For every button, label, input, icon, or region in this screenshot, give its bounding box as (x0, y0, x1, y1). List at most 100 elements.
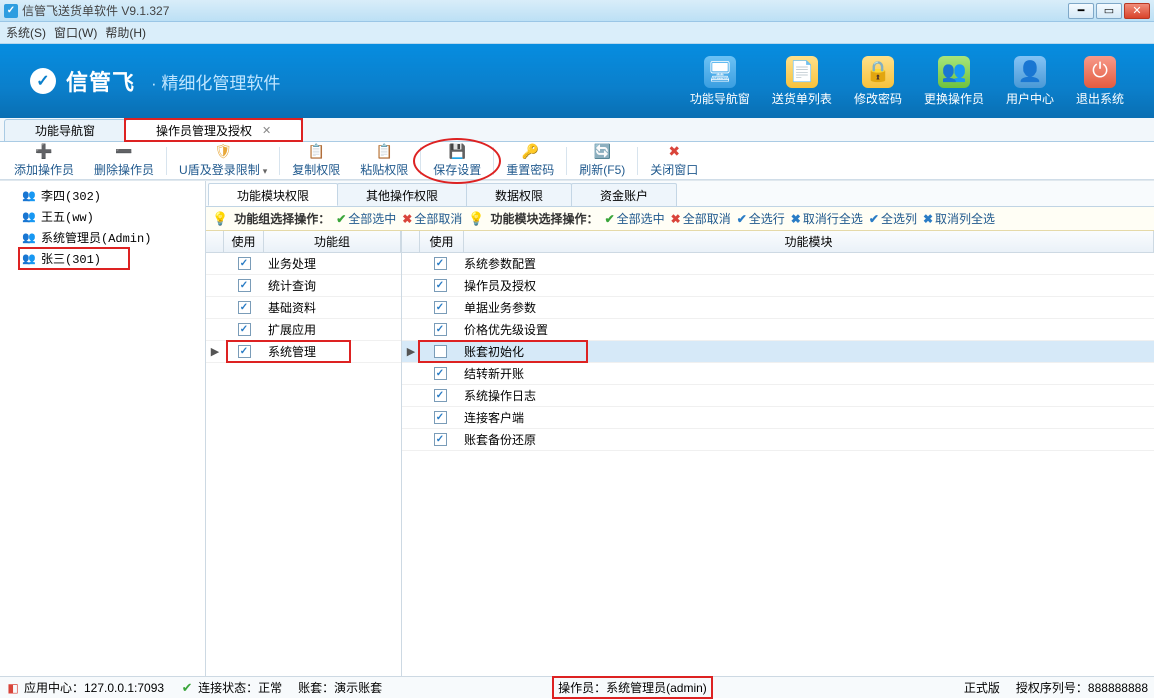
ribbon-nav[interactable]: 🖥功能导航窗 (690, 56, 750, 107)
brand-subtitle: · 精细化管理软件 (151, 69, 280, 94)
act-group-select-all[interactable]: ✔全部选中 (336, 210, 396, 227)
status-book: 账套：演示账套 (298, 679, 382, 696)
key-icon: 🔑 (522, 144, 538, 160)
ribbon-switch-user[interactable]: 👥更换操作员 (924, 56, 984, 107)
minimize-button[interactable]: ━ (1068, 3, 1094, 19)
checkbox[interactable]: ✓ (434, 301, 447, 314)
group-row[interactable]: ✓业务处理 (206, 253, 401, 275)
col-use: 使用 (420, 231, 464, 252)
btn-delete-operator[interactable]: ➖删除操作员 (84, 142, 164, 180)
checkbox[interactable]: ✓ (434, 367, 447, 380)
module-row[interactable]: ✓单据业务参数 (402, 297, 1154, 319)
copy-icon: 📋 (308, 144, 324, 160)
module-row[interactable]: ✓操作员及授权 (402, 275, 1154, 297)
operator-item[interactable]: 👥王五(ww) (0, 206, 205, 227)
plus-icon: ➕ (36, 144, 52, 160)
refresh-icon: 🔄 (594, 144, 610, 160)
maximize-button[interactable]: ▭ (1096, 3, 1122, 19)
act-module-deselect-all[interactable]: ✖全部取消 (671, 210, 731, 227)
function-group-grid: 使用 功能组 ✓业务处理✓统计查询✓基础资料✓扩展应用▶✓系统管理 (206, 231, 402, 676)
switch-user-icon: 👥 (938, 56, 970, 88)
menu-window[interactable]: 窗口(W) (54, 24, 97, 41)
btn-paste-perm[interactable]: 📋粘贴权限 (350, 142, 418, 180)
ribbon-change-password[interactable]: 🔒修改密码 (854, 56, 902, 107)
btn-usb-login-limit[interactable]: 🛡U盾及登录限制▾ (169, 142, 277, 180)
module-row[interactable]: ✓系统参数配置 (402, 253, 1154, 275)
users-icon: 👥 (22, 253, 36, 265)
subtab[interactable]: 数据权限 (466, 183, 572, 206)
titlebar: ✓ 信管飞送货单软件 V9.1.327 ━ ▭ ✕ (0, 0, 1154, 22)
group-row[interactable]: ▶✓系统管理 (206, 341, 401, 363)
btn-reset-password[interactable]: 🔑重置密码 (496, 142, 564, 180)
checkbox[interactable]: ✓ (434, 411, 447, 424)
doctab-nav[interactable]: 功能导航窗 (4, 119, 126, 141)
module-row[interactable]: ✓系统操作日志 (402, 385, 1154, 407)
checkbox[interactable]: ✓ (434, 433, 447, 446)
function-module-grid: 使用 功能模块 ✓系统参数配置✓操作员及授权✓单据业务参数✓价格优先级设置▶账套… (402, 231, 1154, 676)
ribbon-header: ✓ 信管飞 · 精细化管理软件 🖥功能导航窗 📄送货单列表 🔒修改密码 👥更换操… (0, 44, 1154, 118)
operator-item[interactable]: 👥李四(302) (0, 185, 205, 206)
subtab[interactable]: 资金账户 (571, 183, 677, 206)
subtab[interactable]: 功能模块权限 (208, 183, 338, 206)
shield-icon: 🛡 (215, 144, 231, 160)
group-row[interactable]: ✓统计查询 (206, 275, 401, 297)
checkbox[interactable] (434, 345, 447, 358)
act-group-deselect-all[interactable]: ✖全部取消 (402, 210, 462, 227)
ribbon-exit[interactable]: ⏻退出系统 (1076, 56, 1124, 107)
btn-close-window[interactable]: ✖关闭窗口 (640, 142, 708, 180)
checkbox[interactable]: ✓ (238, 279, 251, 292)
btn-refresh[interactable]: 🔄刷新(F5) (569, 142, 635, 180)
ribbon-delivery-list[interactable]: 📄送货单列表 (772, 56, 832, 107)
menu-system[interactable]: 系统(S) (6, 24, 46, 41)
btn-copy-perm[interactable]: 📋复制权限 (282, 142, 350, 180)
checkbox[interactable]: ✓ (238, 323, 251, 336)
toolbar: ➕添加操作员 ➖删除操作员 🛡U盾及登录限制▾ 📋复制权限 📋粘贴权限 💾保存设… (0, 142, 1154, 180)
doctab-operator-mgmt[interactable]: 操作员管理及授权 ✕ (125, 119, 302, 141)
tab-close-icon[interactable]: ✕ (262, 124, 271, 137)
operator-item[interactable]: 👥张三(301) (0, 248, 205, 269)
operator-item[interactable]: 👥系统管理员(Admin) (0, 227, 205, 248)
window-title: 信管飞送货单软件 V9.1.327 (22, 2, 1068, 19)
app-icon: ✓ (4, 4, 18, 18)
module-row[interactable]: ✓结转新开账 (402, 363, 1154, 385)
close-button[interactable]: ✕ (1124, 3, 1150, 19)
users-icon: 👥 (22, 232, 36, 244)
status-license: 授权序列号：888888888 (1016, 679, 1148, 696)
main-content: 👥李四(302)👥王五(ww)👥系统管理员(Admin)👥张三(301) 功能模… (0, 180, 1154, 676)
act-module-select-all[interactable]: ✔全部选中 (605, 210, 665, 227)
status-operator: 操作员：系统管理员(admin) (558, 679, 707, 696)
act-deselect-row[interactable]: ✖取消行全选 (791, 210, 863, 227)
act-select-col[interactable]: ✔全选列 (869, 210, 917, 227)
menu-help[interactable]: 帮助(H) (105, 24, 146, 41)
group-row[interactable]: ✓扩展应用 (206, 319, 401, 341)
group-row[interactable]: ✓基础资料 (206, 297, 401, 319)
checkbox[interactable]: ✓ (238, 345, 251, 358)
module-row[interactable]: ▶账套初始化 (402, 341, 1154, 363)
check-icon: ✔ (180, 681, 194, 695)
module-row[interactable]: ✓价格优先级设置 (402, 319, 1154, 341)
subtab[interactable]: 其他操作权限 (337, 183, 467, 206)
checkbox[interactable]: ✓ (434, 389, 447, 402)
checkbox[interactable]: ✓ (434, 257, 447, 270)
act-select-row[interactable]: ✔全选行 (737, 210, 785, 227)
users-icon: 👥 (22, 211, 36, 223)
checkbox[interactable]: ✓ (238, 301, 251, 314)
col-module: 功能模块 (464, 231, 1154, 252)
ribbon-user-center[interactable]: 👤用户中心 (1006, 56, 1054, 107)
col-use: 使用 (224, 231, 264, 252)
user-icon: 👤 (1014, 56, 1046, 88)
chevron-down-icon: ▾ (263, 166, 268, 176)
menu-bar: 系统(S) 窗口(W) 帮助(H) (0, 22, 1154, 44)
logo-icon: ✓ (30, 68, 56, 94)
act-deselect-col[interactable]: ✖取消列全选 (923, 210, 995, 227)
status-edition: 正式版 (964, 679, 1000, 696)
checkbox[interactable]: ✓ (434, 323, 447, 336)
checkbox[interactable]: ✓ (434, 279, 447, 292)
bulb-icon: 💡 (212, 211, 228, 227)
module-row[interactable]: ✓连接客户端 (402, 407, 1154, 429)
btn-save-settings[interactable]: 💾保存设置 (423, 142, 491, 180)
monitor-icon: 🖥 (704, 56, 736, 88)
module-row[interactable]: ✓账套备份还原 (402, 429, 1154, 451)
btn-add-operator[interactable]: ➕添加操作员 (4, 142, 84, 180)
checkbox[interactable]: ✓ (238, 257, 251, 270)
